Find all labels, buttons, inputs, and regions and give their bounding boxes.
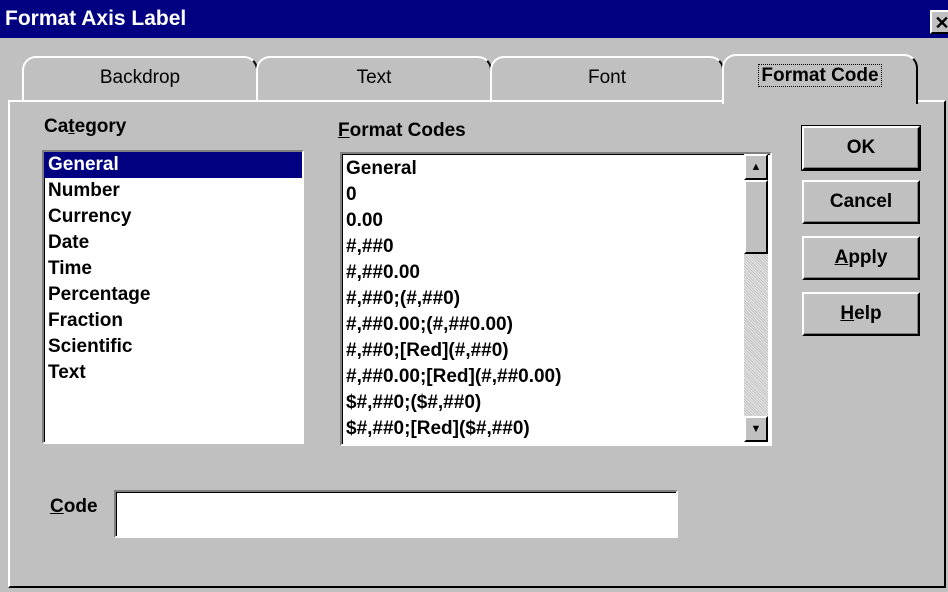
apply-button[interactable]: Apply (802, 236, 920, 280)
format-code-item[interactable]: 0.00 (342, 208, 770, 234)
format-code-item[interactable]: #,##0;(#,##0) (342, 286, 770, 312)
category-item[interactable]: Time (44, 256, 302, 282)
category-item[interactable]: Percentage (44, 282, 302, 308)
format-code-item[interactable]: #,##0;[Red](#,##0) (342, 338, 770, 364)
code-label: Code (50, 496, 98, 517)
tab-backdrop-label: Backdrop (99, 67, 181, 88)
category-item[interactable]: Number (44, 178, 302, 204)
tab-font[interactable]: Font (490, 56, 724, 102)
scroll-down-button[interactable]: ▼ (744, 416, 768, 442)
category-item[interactable]: Fraction (44, 308, 302, 334)
help-button[interactable]: Help (802, 292, 920, 336)
close-button[interactable]: ✕ (930, 10, 948, 34)
format-codes-list[interactable]: General 0 0.00 #,##0 #,##0.00 #,##0;(#,##0) #,… (340, 152, 772, 446)
format-codes-label: Format Codes (338, 120, 466, 141)
ok-button[interactable]: OK (801, 125, 921, 171)
format-code-item[interactable]: #,##0.00;(#,##0.00) (342, 312, 770, 338)
category-item[interactable]: Scientific (44, 334, 302, 360)
category-item[interactable]: Text (44, 360, 302, 386)
category-item[interactable]: Date (44, 230, 302, 256)
title-bar: Format Axis Label ✕ (0, 0, 948, 38)
scroll-thumb[interactable] (744, 180, 768, 254)
format-codes-scrollbar[interactable]: ▲ ▼ (744, 154, 768, 442)
category-item[interactable]: General (44, 152, 302, 178)
tab-backdrop[interactable]: Backdrop (22, 56, 258, 102)
window-title: Format Axis Label (5, 7, 187, 30)
arrow-down-icon: ▼ (750, 423, 762, 435)
format-code-item[interactable]: $#,##0;[Red]($#,##0) (342, 416, 770, 442)
category-list[interactable]: General Number Currency Date Time Percentage F… (42, 150, 304, 444)
format-code-item[interactable]: #,##0.00;[Red](#,##0.00) (342, 364, 770, 390)
code-input[interactable] (114, 490, 678, 538)
cancel-button[interactable]: Cancel (802, 180, 920, 224)
category-label: Category (44, 116, 127, 137)
tab-format-code-label: Format Code (758, 64, 882, 87)
arrow-up-icon: ▲ (750, 161, 762, 173)
tab-text[interactable]: Text (256, 56, 492, 102)
format-code-item[interactable]: #,##0.00 (342, 260, 770, 286)
tab-panel: Category Format Codes General Number Curre… (8, 100, 946, 588)
category-item[interactable]: Currency (44, 204, 302, 230)
tab-text-label: Text (356, 67, 392, 88)
format-code-item[interactable]: 0 (342, 182, 770, 208)
format-code-item[interactable]: #,##0 (342, 234, 770, 260)
tab-format-code[interactable]: Format Code (722, 54, 918, 104)
scroll-up-button[interactable]: ▲ (744, 154, 768, 180)
format-code-item[interactable]: $#,##0;($#,##0) (342, 390, 770, 416)
format-code-item[interactable]: General (342, 156, 770, 182)
close-icon: ✕ (934, 13, 948, 33)
tab-font-label: Font (587, 67, 627, 88)
